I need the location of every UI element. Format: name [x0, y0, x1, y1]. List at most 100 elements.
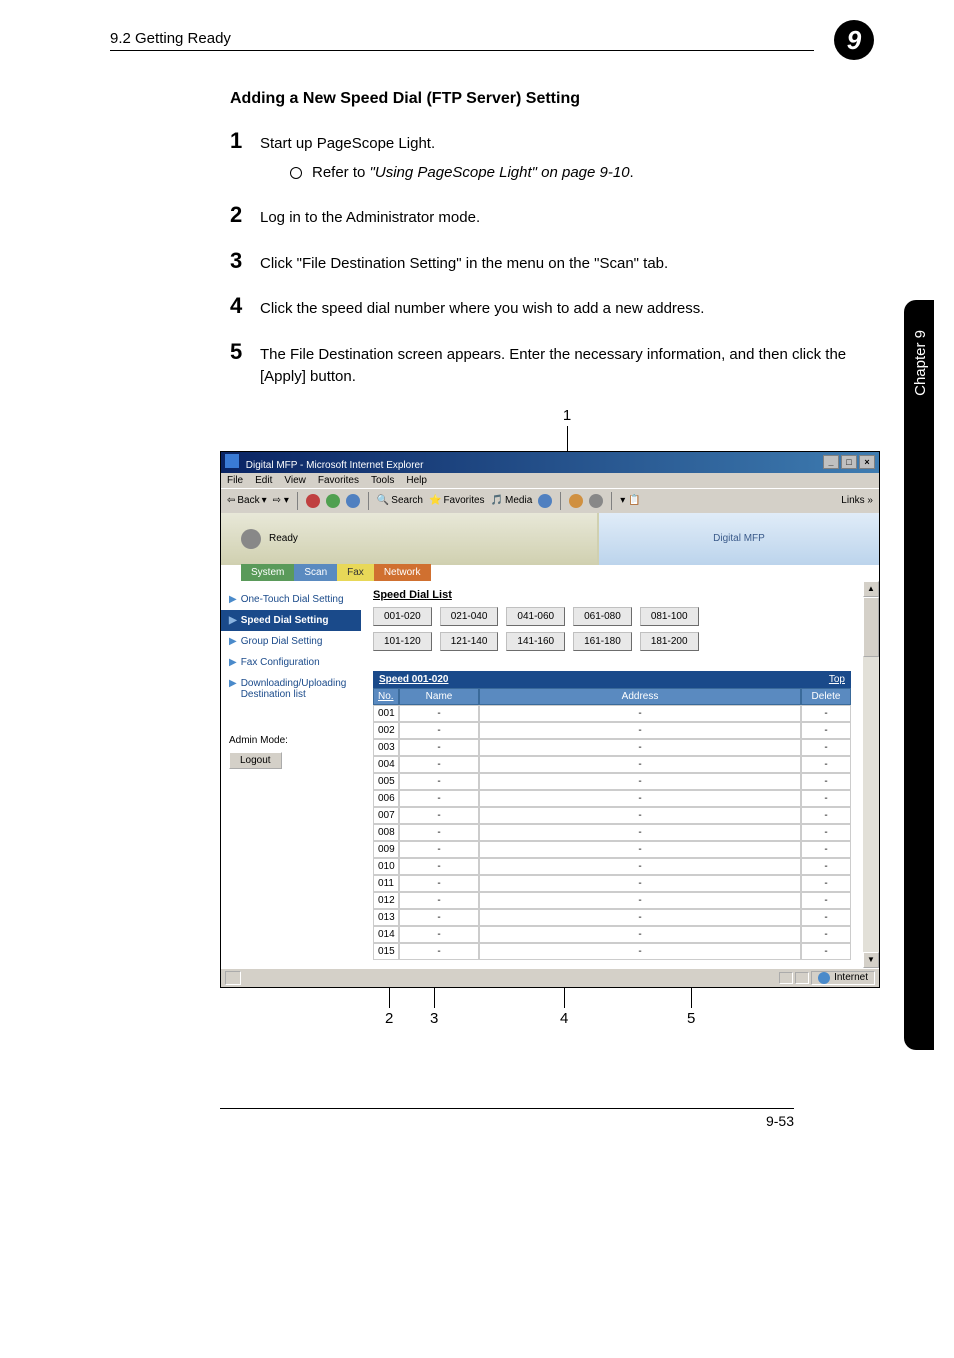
table-row[interactable]: 008---: [373, 824, 851, 841]
minimize-button[interactable]: _: [823, 455, 839, 469]
step: 5The File Destination screen appears. En…: [230, 339, 874, 389]
links-label[interactable]: Links »: [841, 495, 873, 506]
table-cell: -: [399, 773, 479, 790]
table-row[interactable]: 002---: [373, 722, 851, 739]
speed-table-header: Speed 001-020 Top: [373, 671, 851, 688]
table-cell: -: [801, 807, 851, 824]
table-row[interactable]: 004---: [373, 756, 851, 773]
step: 3Click "File Destination Setting" in the…: [230, 248, 874, 276]
table-row[interactable]: 001---: [373, 705, 851, 722]
table-row[interactable]: 011---: [373, 875, 851, 892]
tab-system[interactable]: System: [241, 564, 294, 581]
favorites-button[interactable]: ⭐Favorites: [429, 495, 485, 506]
range-button[interactable]: 081-100: [640, 607, 699, 626]
table-cell: -: [399, 705, 479, 722]
sidebar-item[interactable]: ▶Group Dial Setting: [221, 631, 361, 652]
step-number: 5: [230, 339, 260, 365]
table-cell: -: [479, 824, 801, 841]
history-icon[interactable]: [538, 494, 552, 508]
address-dropdown-icon[interactable]: ▾ 📋: [620, 495, 640, 506]
back-button[interactable]: ⇦ Back ▾: [227, 495, 267, 506]
print-icon[interactable]: [589, 494, 603, 508]
table-row[interactable]: 012---: [373, 892, 851, 909]
tab-network[interactable]: Network: [374, 564, 431, 581]
step: 2Log in to the Administrator mode.: [230, 202, 874, 230]
table-row[interactable]: 005---: [373, 773, 851, 790]
table-cell: -: [479, 909, 801, 926]
arrow-icon: ▶: [229, 594, 237, 605]
vertical-scrollbar[interactable]: ▲ ▼: [863, 581, 879, 968]
table-row[interactable]: 015---: [373, 943, 851, 960]
stop-icon[interactable]: [306, 494, 320, 508]
table-cell: -: [801, 858, 851, 875]
page-number: 9-53: [220, 1108, 794, 1129]
table-cell: -: [801, 705, 851, 722]
menu-edit[interactable]: Edit: [255, 475, 272, 486]
step-number: 2: [230, 202, 260, 228]
close-button[interactable]: ×: [859, 455, 875, 469]
top-link[interactable]: Top: [801, 671, 851, 688]
scroll-thumb[interactable]: [863, 597, 879, 657]
table-row[interactable]: 014---: [373, 926, 851, 943]
menu-help[interactable]: Help: [406, 475, 427, 486]
range-button[interactable]: 121-140: [440, 632, 499, 651]
scroll-track[interactable]: [863, 657, 879, 952]
titlebar-left: Digital MFP - Microsoft Internet Explore…: [225, 454, 423, 471]
browser-window: Digital MFP - Microsoft Internet Explore…: [220, 451, 880, 988]
table-cell: -: [801, 943, 851, 960]
col-name: Name: [399, 688, 479, 705]
content-tabs: System Scan Fax Network: [241, 564, 879, 581]
table-cell: -: [479, 773, 801, 790]
window-controls: _ □ ×: [823, 455, 875, 469]
col-address: Address: [479, 688, 801, 705]
admin-section: Admin Mode: Logout: [221, 735, 361, 769]
range-button[interactable]: 021-040: [440, 607, 499, 626]
range-button[interactable]: 001-020: [373, 607, 432, 626]
table-cell: -: [399, 824, 479, 841]
tab-scan[interactable]: Scan: [294, 564, 337, 581]
scroll-up-button[interactable]: ▲: [863, 581, 879, 597]
table-row[interactable]: 007---: [373, 807, 851, 824]
forward-button[interactable]: ⇨ ▾: [273, 495, 289, 506]
search-button[interactable]: 🔍Search: [377, 495, 423, 506]
step-text: The File Destination screen appears. Ent…: [260, 344, 874, 389]
banner-product: Digital MFP: [599, 513, 879, 565]
table-row[interactable]: 010---: [373, 858, 851, 875]
mail-icon[interactable]: [569, 494, 583, 508]
sidebar-item[interactable]: ▶One-Touch Dial Setting: [221, 589, 361, 610]
callout-label: 2: [385, 1010, 393, 1027]
menu-file[interactable]: File: [227, 475, 243, 486]
range-button[interactable]: 061-080: [573, 607, 632, 626]
callout: 5: [687, 988, 695, 1027]
table-cell: -: [479, 943, 801, 960]
table-row[interactable]: 006---: [373, 790, 851, 807]
table-row[interactable]: 003---: [373, 739, 851, 756]
range-button[interactable]: 141-160: [506, 632, 565, 651]
logout-button[interactable]: Logout: [229, 752, 282, 769]
table-cell: -: [399, 807, 479, 824]
status-icon: [241, 529, 261, 549]
step-text: Click "File Destination Setting" in the …: [260, 253, 668, 276]
refresh-icon[interactable]: [326, 494, 340, 508]
table-cell: 008: [373, 824, 399, 841]
media-button[interactable]: 🎵Media: [491, 495, 533, 506]
table-row[interactable]: 009---: [373, 841, 851, 858]
menu-tools[interactable]: Tools: [371, 475, 394, 486]
range-button[interactable]: 181-200: [640, 632, 699, 651]
scroll-down-button[interactable]: ▼: [863, 952, 879, 968]
range-button[interactable]: 161-180: [573, 632, 632, 651]
sidebar-item[interactable]: ▶Downloading/Uploading Destination list: [221, 673, 361, 705]
sidebar-item[interactable]: ▶Speed Dial Setting: [221, 610, 361, 631]
menu-view[interactable]: View: [284, 475, 306, 486]
table-cell: 007: [373, 807, 399, 824]
sublist-item: Refer to "Using PageScope Light" on page…: [290, 162, 634, 185]
tab-fax[interactable]: Fax: [337, 564, 374, 581]
table-cell: 004: [373, 756, 399, 773]
menu-favorites[interactable]: Favorites: [318, 475, 359, 486]
maximize-button[interactable]: □: [841, 455, 857, 469]
table-row[interactable]: 013---: [373, 909, 851, 926]
sidebar-item[interactable]: ▶Fax Configuration: [221, 652, 361, 673]
range-button[interactable]: 041-060: [506, 607, 565, 626]
home-icon[interactable]: [346, 494, 360, 508]
range-button[interactable]: 101-120: [373, 632, 432, 651]
